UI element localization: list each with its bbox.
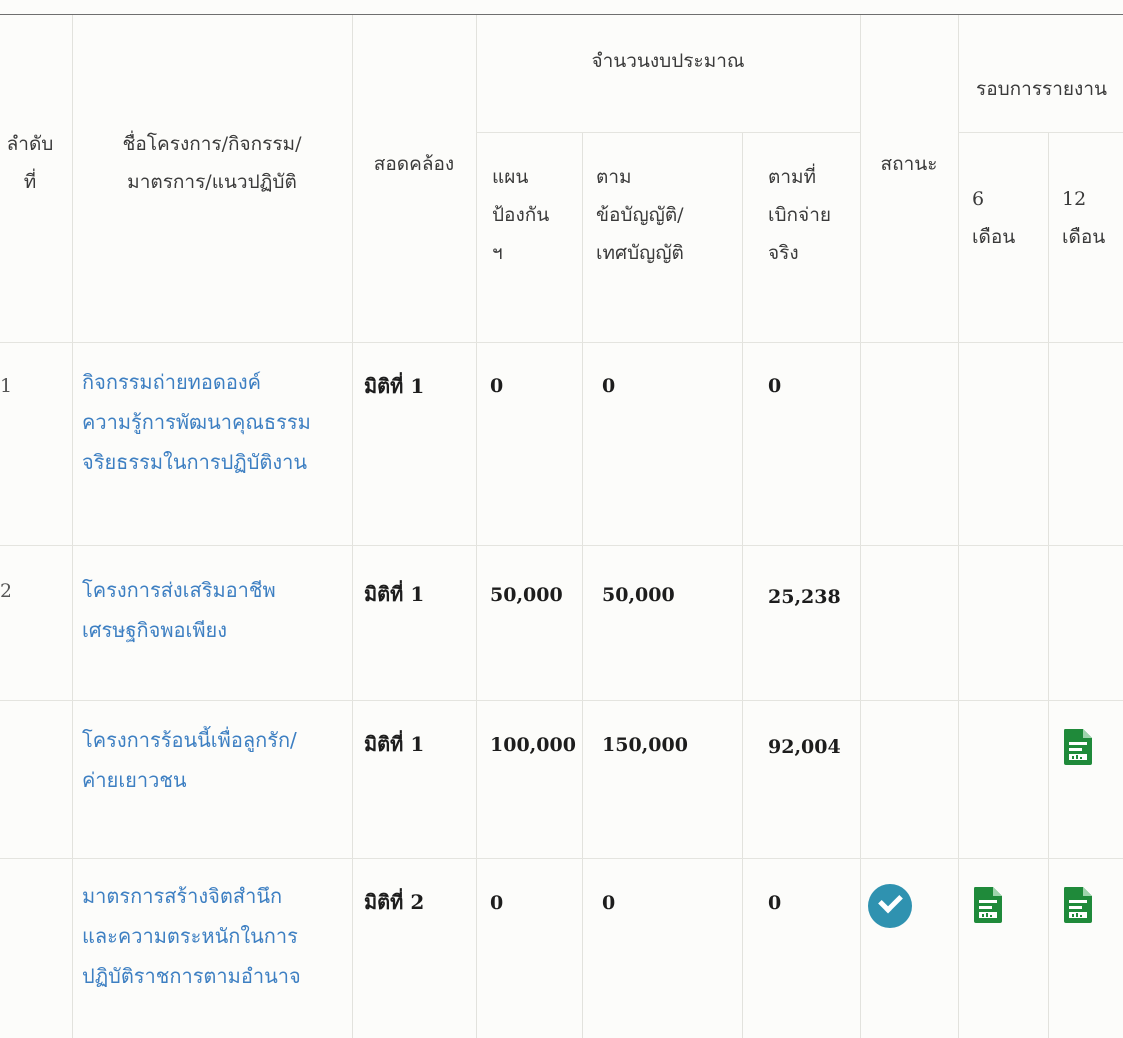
alignment-dimension: มิติที่ 1 <box>364 732 425 756</box>
budget-regulation-value: 50,000 <box>602 584 675 606</box>
alignment-dimension: มิติที่ 1 <box>364 374 425 398</box>
header-align: สอดคล้อง <box>373 153 455 175</box>
report-document-icon[interactable] <box>1062 728 1094 766</box>
header-status: สถานะ <box>880 153 938 175</box>
grid-line <box>0 545 1123 546</box>
header-report-group: รอบการรายงาน <box>976 78 1107 100</box>
grid-line <box>476 15 477 1038</box>
header-budget-group: จำนวนงบประมาณ <box>591 50 745 72</box>
budget-plan-value: 0 <box>490 892 504 914</box>
budget-plan-value: 0 <box>490 375 504 397</box>
project-link[interactable]: โครงการร้อนนี้เพื่อลูกรัก/ ค่ายเยาวชน <box>82 720 352 800</box>
row-number: 1 <box>0 375 10 397</box>
budget-plan-value: 100,000 <box>490 734 576 756</box>
project-link[interactable]: โครงการส่งเสริมอาชีพ เศรษฐกิจพอเพียง <box>82 570 352 650</box>
grid-line <box>0 342 1123 343</box>
project-link[interactable]: กิจกรรมถ่ายทอดองค์ ความรู้การพัฒนาคุณธรร… <box>82 362 352 482</box>
header-report-12: 12 เดือน <box>1062 188 1106 248</box>
header-budget-actual: ตามที่ เบิกจ่าย จริง <box>768 166 831 264</box>
top-rule <box>0 14 1123 15</box>
report-document-icon[interactable] <box>972 886 1004 924</box>
budget-actual-value: 92,004 <box>768 736 841 758</box>
grid-line <box>582 132 583 1038</box>
row-number: 2 <box>0 580 10 602</box>
grid-line <box>476 132 860 133</box>
check-circle-icon <box>868 884 912 928</box>
budget-plan-value: 50,000 <box>490 584 563 606</box>
budget-regulation-value: 0 <box>602 375 616 397</box>
grid-line <box>742 132 743 1038</box>
grid-line <box>1048 132 1049 1038</box>
grid-line <box>0 700 1123 701</box>
budget-actual-value: 0 <box>768 892 782 914</box>
grid-line <box>958 132 1123 133</box>
header-report-6: 6 เดือน <box>972 188 1016 248</box>
header-seq: ลำดับ ที่ <box>6 133 54 193</box>
alignment-dimension: มิติที่ 2 <box>364 890 425 914</box>
header-budget-regulation: ตาม ข้อบัญญัติ/ เทศบัญญัติ <box>596 166 684 264</box>
report-document-icon[interactable] <box>1062 886 1094 924</box>
alignment-dimension: มิติที่ 1 <box>364 582 425 606</box>
grid-line <box>0 858 1123 859</box>
budget-regulation-value: 150,000 <box>602 734 688 756</box>
budget-actual-value: 0 <box>768 375 782 397</box>
header-name: ชื่อโครงการ/กิจกรรม/ มาตรการ/แนวปฏิบัติ <box>122 133 302 193</box>
grid-line <box>958 15 959 1038</box>
budget-regulation-value: 0 <box>602 892 616 914</box>
project-link[interactable]: มาตรการสร้างจิตสำนึก และความตระหนักในการ… <box>82 876 352 996</box>
header-budget-plan: แผน ป้องกัน ฯ <box>492 166 550 264</box>
budget-actual-value: 25,238 <box>768 586 841 608</box>
